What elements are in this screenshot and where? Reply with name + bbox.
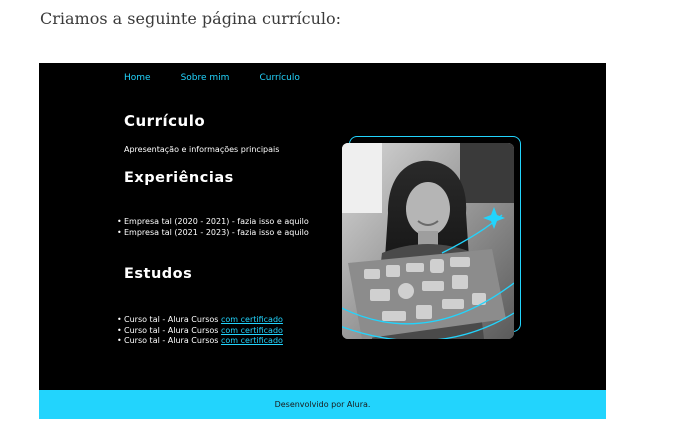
profile-photo (342, 143, 514, 339)
experiences-list: Empresa tal (2020 - 2021) - fazia isso e… (117, 217, 309, 239)
profile-photo-illustration (342, 143, 514, 339)
resume-page-screenshot: Home Sobre mim Currículo Currículo Apres… (39, 63, 606, 419)
experiences-heading: Experiências (124, 170, 234, 186)
footer-text: Desenvolvido por Alura. (274, 400, 371, 409)
study-text: Curso tal - Alura Cursos (124, 325, 222, 335)
study-text: Curso tal - Alura Cursos (124, 336, 222, 345)
certificate-link[interactable]: com certificado (221, 326, 283, 335)
intro-text: Criamos a seguinte página currículo: (40, 9, 342, 28)
studies-heading: Estudos (124, 266, 193, 282)
experience-item: Empresa tal (2021 - 2023) - fazia isso e… (117, 228, 309, 239)
study-item: Curso tal - Alura Cursos com certificado (117, 315, 283, 326)
nav-link-resume[interactable]: Currículo (259, 73, 299, 83)
study-item: Curso tal - Alura Cursos com certificado (117, 325, 283, 337)
studies-list: Curso tal - Alura Cursos com certificado… (117, 315, 283, 347)
study-text: Curso tal - Alura Cursos (124, 315, 222, 324)
study-item: Curso tal - Alura Cursos com certificado (117, 336, 283, 347)
nav-link-about[interactable]: Sobre mim (181, 73, 230, 83)
top-nav: Home Sobre mim Currículo (124, 73, 330, 83)
page-footer: Desenvolvido por Alura. (39, 390, 606, 419)
certificate-link[interactable]: com certificado (221, 336, 283, 345)
page-title: Currículo (124, 112, 206, 130)
nav-link-home[interactable]: Home (124, 73, 151, 83)
certificate-link[interactable]: com certificado (221, 315, 283, 324)
page-subtitle: Apresentação e informações principais (124, 145, 280, 154)
experience-item: Empresa tal (2020 - 2021) - fazia isso e… (117, 217, 309, 228)
